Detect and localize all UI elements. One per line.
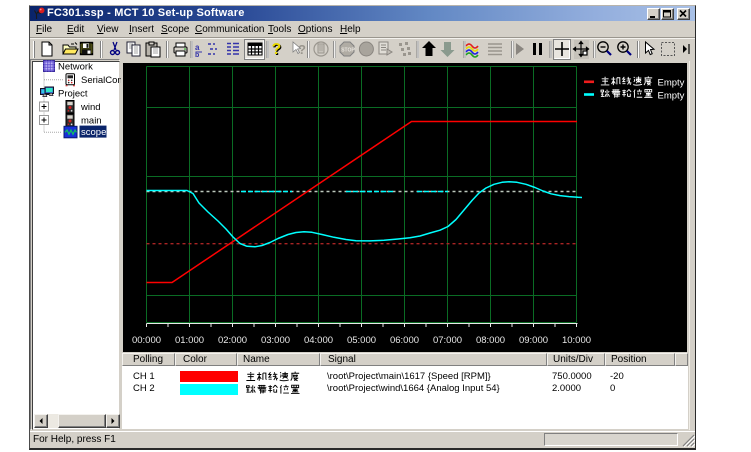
svg-text:10:000: 10:000 [562,335,591,346]
svg-text:Project: Project [58,89,88,100]
svg-text:Network: Network [58,62,93,73]
svg-text:main: main [81,116,102,127]
svg-text:SerialCom: SerialCom [81,75,121,86]
svg-text:09:000: 09:000 [519,335,548,346]
svg-text:03:000: 03:000 [261,335,290,346]
svg-text:06:000: 06:000 [390,335,419,346]
svg-text:01:000: 01:000 [175,335,204,346]
svg-text:00:000: 00:000 [132,335,161,346]
svg-text:scope: scope [81,127,106,138]
svg-text:08:000: 08:000 [476,335,505,346]
svg-text:STOP: STOP [341,48,355,54]
svg-text:a: a [195,43,200,52]
svg-text:04:000: 04:000 [304,335,333,346]
svg-text:Empty: Empty [658,78,685,89]
svg-text:Empty: Empty [658,90,685,101]
svg-text:?: ? [298,42,306,57]
svg-text:05:000: 05:000 [347,335,376,346]
svg-text:b: b [195,52,199,59]
svg-text:07:000: 07:000 [433,335,462,346]
svg-text:wind: wind [80,102,101,113]
svg-text:02:000: 02:000 [218,335,247,346]
svg-text:?: ? [272,41,282,58]
